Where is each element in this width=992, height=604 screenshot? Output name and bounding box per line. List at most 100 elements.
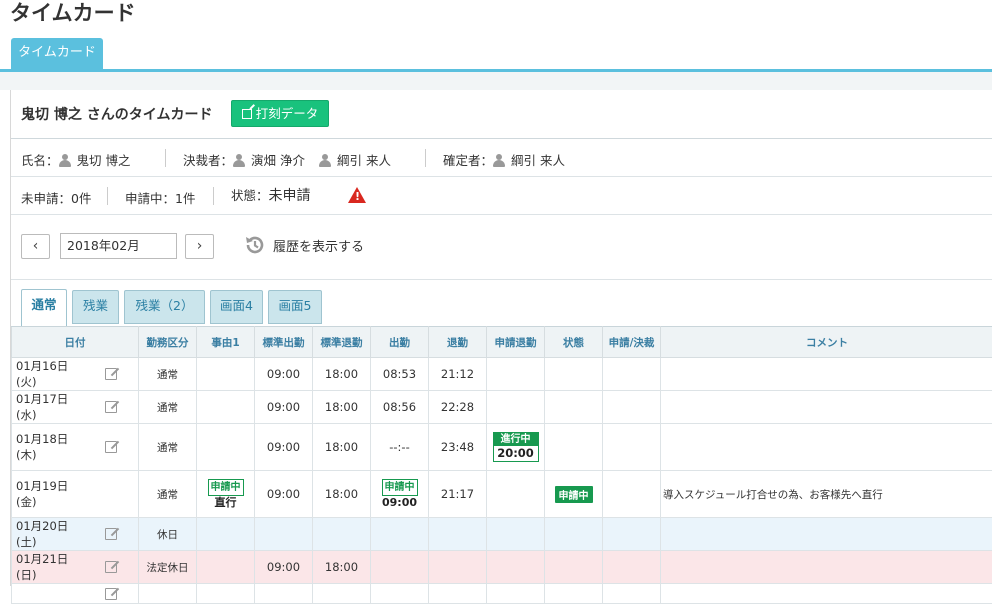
table-row [12,584,992,604]
tab-overtime[interactable]: 残業 [72,290,119,324]
col-std-in: 標準出勤 [255,327,313,358]
col-apply: 申請/決裁 [603,327,661,358]
applying-count: 申請中：1件 [125,188,195,207]
edit-icon[interactable] [105,526,119,539]
progress-badge: 進行中 [494,433,538,446]
row-std-in: 09:00 [255,358,313,391]
row-date: 01月21日(日) [12,551,86,584]
col-reason1: 事由1 [197,327,255,358]
table-row: 01月17日(水) 通常 09:00 18:00 08:56 22:28 [12,391,992,424]
row-std-out: 18:00 [313,391,371,424]
divider [107,187,108,205]
col-std-out: 標準退勤 [313,327,371,358]
tab-normal[interactable]: 通常 [21,289,67,327]
row-in [371,518,429,551]
unapplied-count: 未申請：0件 [21,188,91,207]
row-out: 21:12 [429,358,487,391]
row-std-out: 18:00 [313,471,371,518]
panel-title: 鬼切 博之 さんのタイムカード [21,104,212,124]
row-out [429,518,487,551]
row-std-out: 18:00 [313,358,371,391]
col-date: 日付 [12,327,139,358]
row-type: 通常 [139,471,197,518]
row-date: 01月16日(火) [12,358,86,391]
user-icon [493,154,505,167]
history-label: 履歴を表示する [273,240,364,255]
tab-screen4[interactable]: 画面4 [210,290,263,324]
row-comment [661,518,992,551]
row-in: 08:56 [371,391,429,424]
state-applying-badge[interactable]: 申請中 [555,486,593,503]
row-date: 01月20日(土) [12,518,86,551]
state-label: 状態： [231,188,269,203]
tab-overtime-2[interactable]: 残業（2） [124,290,205,324]
tab-timecard[interactable]: タイムカード [11,38,103,70]
row-type: 通常 [139,358,197,391]
stamp-data-button[interactable]: 打刻データ [231,100,329,127]
table-row: 01月20日(土) 休日 [12,518,992,551]
table-row: 01月19日(金) 通常 申請中 直行 09:00 18:00 申請中 09:0… [12,471,992,518]
row-date: 01月18日(木) [12,424,86,471]
in-time: 09:00 [382,496,418,509]
name-value: 鬼切 博之 [77,153,131,168]
row-std-out [313,518,371,551]
prev-month-button[interactable]: ‹ [21,234,50,259]
warning-icon: ! [348,187,366,203]
row-comment: 導入スケジュール打合せの為、お客様先へ直行 [661,471,992,518]
content-band [0,72,992,90]
edit-icon[interactable] [105,559,119,572]
row-std-in: 09:00 [255,424,313,471]
reason-applying-badge[interactable]: 申請中 [208,479,244,496]
month-input[interactable]: 2018年02月 [60,233,177,259]
table-row: 01月21日(日) 法定休日 09:00 18:00 [12,551,992,584]
tab-screen5[interactable]: 画面5 [268,290,322,324]
col-work-type: 勤務区分 [139,327,197,358]
edit-icon[interactable] [105,439,119,452]
edit-icon[interactable] [105,586,119,599]
name-label: 氏名： [21,153,59,168]
row-comment [661,424,992,471]
reason-text: 直行 [208,496,244,509]
confirmer-label: 確定者： [443,153,493,168]
row-comment [661,391,992,424]
col-state: 状態 [545,327,603,358]
row-comment [661,358,992,391]
row-type: 通常 [139,424,197,471]
panel-header: 鬼切 博之 さんのタイムカード 打刻データ [11,90,992,139]
row-date: 01月19日(金) [12,471,86,518]
row-comment [661,551,992,584]
timecard-panel: 鬼切 博之 さんのタイムカード 打刻データ 氏名：鬼切 博之 決裁者：演畑 浄介… [10,90,992,586]
page-title: タイムカード [10,0,136,27]
edit-icon[interactable] [105,399,119,412]
external-link-icon [242,109,252,119]
col-comment: コメント [661,327,992,358]
in-applying-badge[interactable]: 申請中 [382,479,418,496]
row-date: 01月17日(水) [12,391,86,424]
row-type: 通常 [139,391,197,424]
tab-bar: 通常 残業 残業（2） 画面4 画面5 [11,279,992,326]
people-row: 氏名：鬼切 博之 決裁者：演畑 浄介 綱引 来人 確定者：綱引 来人 [11,139,992,177]
divider [425,149,426,167]
table-row: 01月18日(木) 通常 09:00 18:00 --:-- 23:48 進行中… [12,424,992,471]
row-std-in: 09:00 [255,551,313,584]
table-row: 01月16日(火) 通常 09:00 18:00 08:53 21:12 [12,358,992,391]
table-header-row: 日付 勤務区分 事由1 標準出勤 標準退勤 出勤 退勤 申請退勤 状態 申請/決… [12,327,992,358]
row-in: 08:53 [371,358,429,391]
row-out: 23:48 [429,424,487,471]
approver-2: 綱引 来人 [337,153,391,168]
history-link[interactable]: 履歴を表示する [243,233,364,257]
req-out-badge[interactable]: 進行中 20:00 [493,432,539,462]
user-icon [319,154,331,167]
row-out: 21:17 [429,471,487,518]
row-in: --:-- [371,424,429,471]
timecard-table: 日付 勤務区分 事由1 標準出勤 標準退勤 出勤 退勤 申請退勤 状態 申請/決… [11,326,992,604]
row-std-in [255,518,313,551]
edit-icon[interactable] [105,366,119,379]
next-month-button[interactable]: › [185,234,214,259]
approver-label: 決裁者： [183,153,233,168]
row-out: 22:28 [429,391,487,424]
status-row: 未申請：0件 申請中：1件 状態：未申請 ! [11,177,992,215]
row-in [371,551,429,584]
row-std-out: 18:00 [313,551,371,584]
user-icon [233,154,245,167]
